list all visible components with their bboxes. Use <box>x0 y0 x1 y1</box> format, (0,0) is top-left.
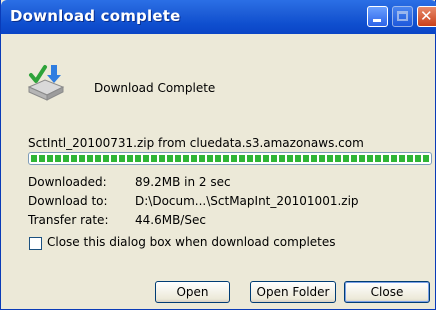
download-complete-message: Download Complete <box>94 81 216 95</box>
downloaded-label: Downloaded: <box>28 175 107 189</box>
title-bar[interactable]: Download complete ✕ <box>1 0 436 34</box>
open-button[interactable]: Open <box>155 281 230 303</box>
transfer-rate-label: Transfer rate: <box>28 213 109 227</box>
transfer-rate-value: 44.6MB/Sec <box>135 213 206 227</box>
close-window-button[interactable]: ✕ <box>417 6 436 27</box>
download-to-label: Download to: <box>28 194 108 208</box>
maximize-button[interactable] <box>392 6 413 27</box>
downloaded-value: 89.2MB in 2 sec <box>135 175 231 189</box>
close-button[interactable]: Close <box>344 281 430 303</box>
close-icon: ✕ <box>420 7 433 25</box>
minimize-button[interactable] <box>367 6 388 27</box>
download-complete-icon <box>27 65 65 101</box>
progress-fill <box>31 155 429 162</box>
download-source: SctIntl_20100731.zip from cluedata.s3.am… <box>28 136 364 150</box>
window-title: Download complete <box>10 7 181 25</box>
download-to-value: D:\Docum...\SctMapInt_20101001.zip <box>135 194 359 208</box>
close-when-done-checkbox[interactable] <box>29 237 42 250</box>
download-dialog: Download complete ✕ Download Complete Sc… <box>0 0 436 310</box>
close-when-done-label[interactable]: Close this dialog box when download comp… <box>47 235 336 249</box>
open-folder-button[interactable]: Open Folder <box>250 281 336 303</box>
minimize-icon <box>373 19 381 22</box>
progress-bar <box>28 152 432 165</box>
maximize-icon <box>397 11 408 21</box>
